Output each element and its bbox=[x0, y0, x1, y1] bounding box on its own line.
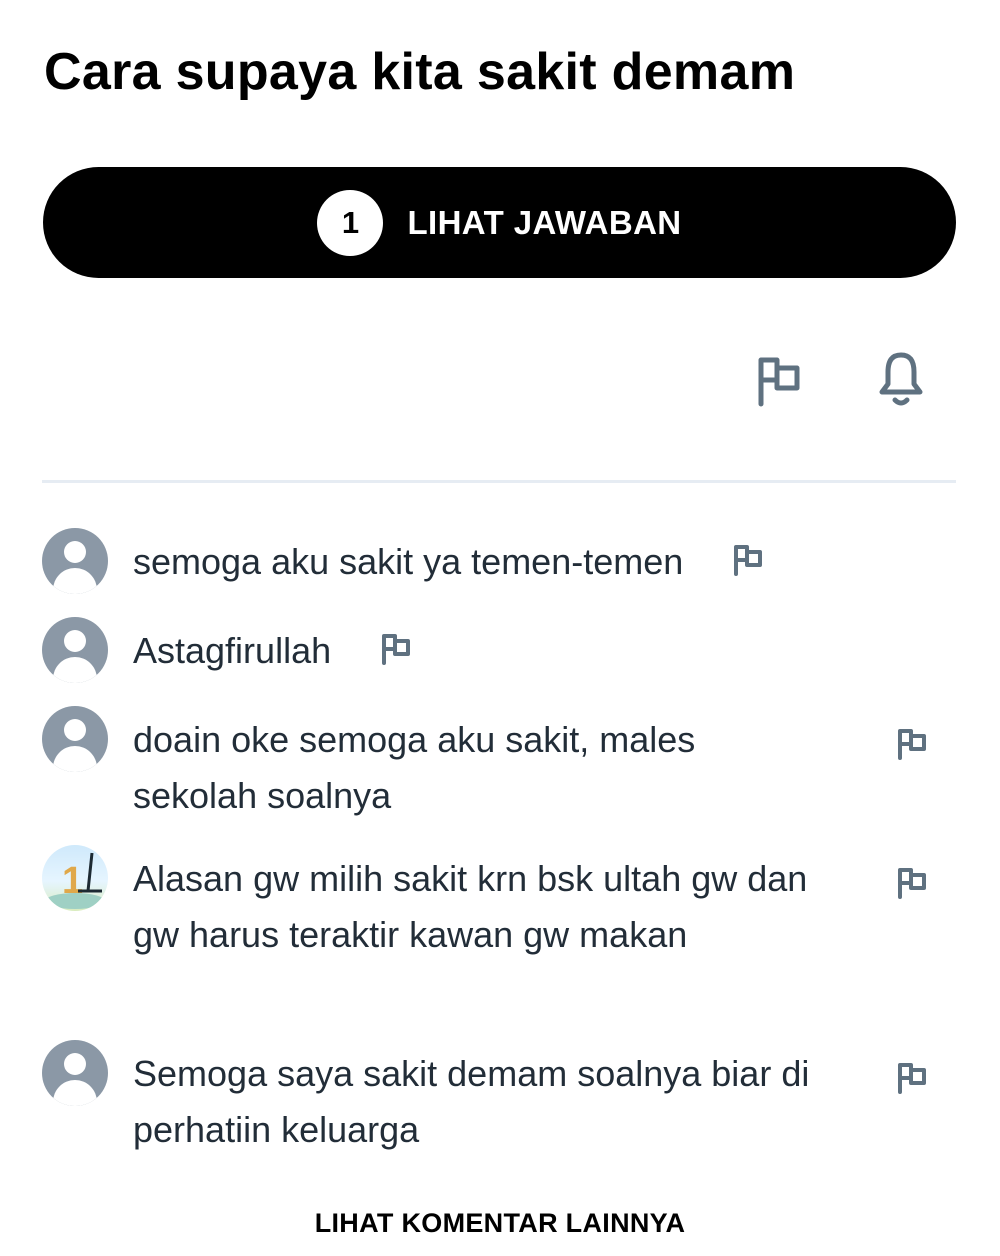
divider bbox=[42, 480, 956, 483]
comment-item: semoga aku sakit ya temen-temen bbox=[42, 528, 960, 598]
comment-text: Semoga saya sakit demam soalnya biar di … bbox=[133, 1053, 810, 1150]
comment-item: Astagfirullah bbox=[42, 617, 960, 687]
custom-avatar-image: 1 bbox=[45, 852, 105, 909]
report-comment-flag-icon[interactable] bbox=[379, 625, 413, 681]
report-question-flag-icon[interactable] bbox=[753, 352, 803, 413]
see-answer-label: LIHAT JAWABAN bbox=[407, 203, 682, 241]
avatar[interactable] bbox=[42, 617, 108, 683]
report-comment-flag-icon[interactable] bbox=[731, 536, 765, 592]
avatar[interactable]: 1 bbox=[42, 845, 108, 911]
avatar[interactable] bbox=[42, 1040, 108, 1106]
comment-text: doain oke semoga aku sakit, males sekola… bbox=[133, 719, 696, 816]
comment-item: Semoga saya sakit demam soalnya biar di … bbox=[42, 1040, 960, 1160]
report-comment-flag-icon[interactable] bbox=[895, 726, 929, 765]
see-answer-button[interactable]: 1 LIHAT JAWABAN bbox=[43, 167, 956, 278]
comment-text: semoga aku sakit ya temen-temen bbox=[133, 541, 684, 582]
avatar[interactable] bbox=[42, 528, 108, 594]
follow-bell-icon[interactable] bbox=[876, 350, 926, 415]
comment-item: 1 Alasan gw milih sakit krn bsk ultah gw… bbox=[42, 845, 960, 1020]
svg-text:1: 1 bbox=[62, 860, 83, 902]
report-comment-flag-icon[interactable] bbox=[895, 865, 929, 904]
report-comment-flag-icon[interactable] bbox=[895, 1060, 929, 1099]
question-title: Cara supaya kita sakit demam bbox=[44, 43, 796, 101]
comment-text: Alasan gw milih sakit krn bsk ultah gw d… bbox=[133, 858, 808, 955]
avatar[interactable] bbox=[42, 706, 108, 772]
answer-count-badge: 1 bbox=[317, 189, 384, 256]
comment-item: doain oke semoga aku sakit, males sekola… bbox=[42, 706, 960, 826]
comment-text: Astagfirullah bbox=[133, 630, 332, 671]
see-more-comments-link[interactable]: LIHAT KOMENTAR LAINNYA bbox=[0, 1208, 1000, 1239]
